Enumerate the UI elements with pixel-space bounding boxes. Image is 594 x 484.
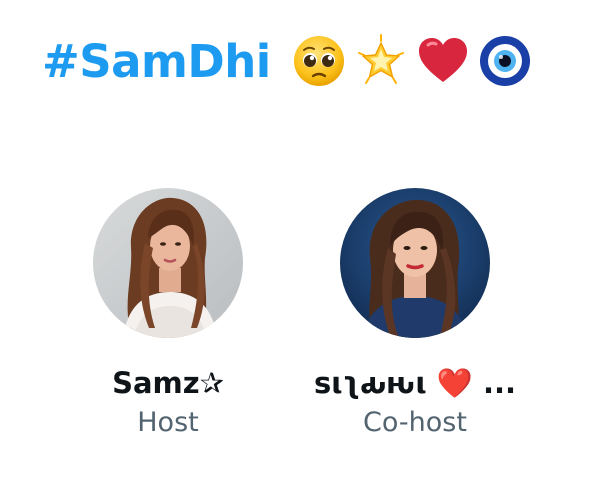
nazar-amulet-icon — [477, 33, 533, 89]
glowing-star-icon — [353, 33, 409, 89]
space-title-row: #SamDhi — [42, 28, 533, 94]
space-title-hashtag[interactable]: #SamDhi — [42, 39, 271, 84]
cohost-role-label: Co-host — [363, 406, 467, 438]
participant-host[interactable]: Samz✰ Host — [63, 188, 273, 438]
participant-cohost[interactable]: sιʅԃԋι ❤️ ... Co-host — [310, 188, 520, 438]
red-heart-icon — [415, 33, 471, 89]
host-name[interactable]: Samz✰ — [112, 367, 224, 400]
title-emoji-row — [291, 33, 533, 89]
pleading-face-icon — [291, 33, 347, 89]
host-role-label: Host — [137, 406, 199, 438]
cohost-name[interactable]: sιʅԃԋι ❤️ ... — [314, 367, 516, 400]
host-avatar[interactable] — [93, 188, 243, 338]
cohost-avatar[interactable] — [340, 188, 490, 338]
